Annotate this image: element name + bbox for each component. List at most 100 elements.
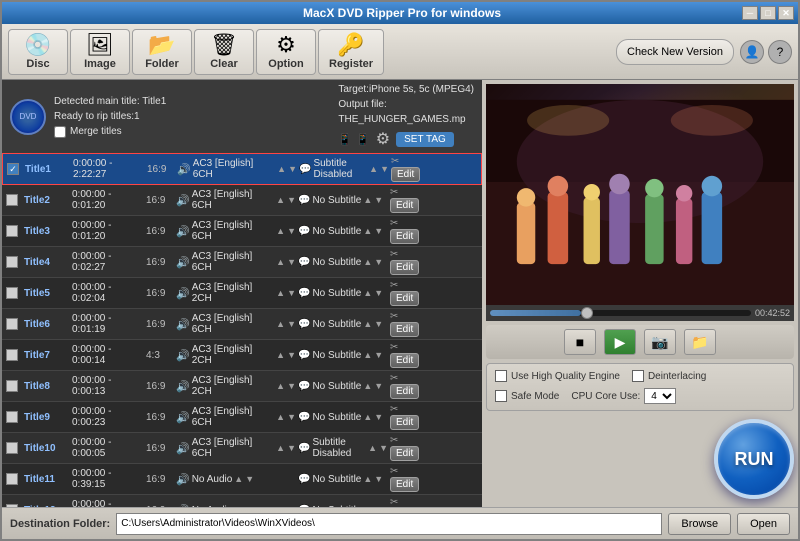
audio-up-2[interactable]: ▲: [276, 195, 285, 205]
audio-down-3[interactable]: ▼: [287, 226, 296, 236]
audio-down-5[interactable]: ▼: [287, 288, 296, 298]
set-tag-button[interactable]: SET TAG: [396, 132, 454, 147]
row-checkbox-10[interactable]: [6, 442, 22, 454]
audio-up-7[interactable]: ▲: [276, 350, 285, 360]
table-row[interactable]: Title8 0:00:00 - 0:00:13 16:9 🔊 AC3 [Eng…: [2, 371, 482, 402]
check-version-button[interactable]: Check New Version: [616, 39, 734, 65]
table-row[interactable]: Title5 0:00:00 - 0:02:04 16:9 🔊 AC3 [Eng…: [2, 278, 482, 309]
edit-button-4[interactable]: Edit: [390, 260, 419, 275]
checkbox-1[interactable]: [7, 163, 19, 175]
table-row[interactable]: Title4 0:00:00 - 0:02:27 16:9 🔊 AC3 [Eng…: [2, 247, 482, 278]
progress-track[interactable]: [490, 310, 751, 316]
audio-down-7[interactable]: ▼: [287, 350, 296, 360]
sub-up-9[interactable]: ▲: [363, 412, 372, 422]
sub-up-8[interactable]: ▲: [363, 381, 372, 391]
open-button[interactable]: Open: [737, 513, 790, 535]
edit-button-6[interactable]: Edit: [390, 322, 419, 337]
audio-up-6[interactable]: ▲: [276, 319, 285, 329]
row-checkbox-6[interactable]: [6, 318, 22, 330]
audio-down-2[interactable]: ▼: [287, 195, 296, 205]
register-button[interactable]: 🔑 Register: [318, 29, 384, 75]
audio-up-4[interactable]: ▲: [276, 257, 285, 267]
sub-up-3[interactable]: ▲: [363, 226, 372, 236]
audio-down-10[interactable]: ▼: [287, 443, 296, 453]
edit-button-1[interactable]: Edit: [391, 167, 420, 182]
table-row[interactable]: Title9 0:00:00 - 0:00:23 16:9 🔊 AC3 [Eng…: [2, 402, 482, 433]
row-checkbox-9[interactable]: [6, 411, 22, 423]
edit-button-9[interactable]: Edit: [390, 415, 419, 430]
user-icon[interactable]: 👤: [740, 40, 764, 64]
audio-up-3[interactable]: ▲: [276, 226, 285, 236]
checkbox-7[interactable]: [6, 349, 18, 361]
minimize-button[interactable]: ─: [742, 6, 758, 20]
sub-down-4[interactable]: ▼: [374, 257, 383, 267]
row-checkbox-4[interactable]: [6, 256, 22, 268]
destination-input[interactable]: [116, 513, 662, 535]
row-checkbox-8[interactable]: [6, 380, 22, 392]
cpu-core-select[interactable]: 1234 5678: [644, 388, 676, 404]
table-row[interactable]: Title3 0:00:00 - 0:01:20 16:9 🔊 AC3 [Eng…: [2, 216, 482, 247]
sub-up-4[interactable]: ▲: [363, 257, 372, 267]
edit-button-2[interactable]: Edit: [390, 198, 419, 213]
sub-down-5[interactable]: ▼: [374, 288, 383, 298]
sub-down-2[interactable]: ▼: [374, 195, 383, 205]
help-icon[interactable]: ?: [768, 40, 792, 64]
maximize-button[interactable]: □: [760, 6, 776, 20]
safe-mode-checkbox[interactable]: [495, 390, 507, 402]
sub-down-7[interactable]: ▼: [374, 350, 383, 360]
snapshot-button[interactable]: 📷: [644, 329, 676, 355]
disc-button[interactable]: 💿 Disc: [8, 29, 68, 75]
checkbox-11[interactable]: [6, 473, 18, 485]
merge-checkbox[interactable]: [54, 126, 66, 138]
sub-down-1[interactable]: ▼: [380, 164, 389, 174]
checkbox-8[interactable]: [6, 380, 18, 392]
sub-down-10[interactable]: ▼: [379, 443, 388, 453]
row-checkbox-3[interactable]: [6, 225, 22, 237]
table-row[interactable]: Title10 0:00:00 - 0:00:05 16:9 🔊 AC3 [En…: [2, 433, 482, 464]
sub-up-7[interactable]: ▲: [363, 350, 372, 360]
sub-up-10[interactable]: ▲: [368, 443, 377, 453]
sub-up-1[interactable]: ▲: [369, 164, 378, 174]
table-row[interactable]: Title2 0:00:00 - 0:01:20 16:9 🔊 AC3 [Eng…: [2, 185, 482, 216]
open-folder-button[interactable]: 📁: [684, 329, 716, 355]
clear-button[interactable]: 🗑 Clear: [194, 29, 254, 75]
sub-up-5[interactable]: ▲: [363, 288, 372, 298]
sub-up-11[interactable]: ▲: [363, 474, 372, 484]
checkbox-9[interactable]: [6, 411, 18, 423]
audio-up-8[interactable]: ▲: [276, 381, 285, 391]
edit-button-5[interactable]: Edit: [390, 291, 419, 306]
row-checkbox-1[interactable]: [7, 163, 23, 175]
row-checkbox-11[interactable]: [6, 473, 22, 485]
audio-down-1[interactable]: ▼: [288, 164, 297, 174]
settings-icon[interactable]: ⚙: [376, 129, 390, 149]
image-button[interactable]: 🖼 Image: [70, 29, 130, 75]
deinterlacing-checkbox[interactable]: [632, 370, 644, 382]
option-button[interactable]: ⚙ Option: [256, 29, 316, 75]
audio-down-11[interactable]: ▼: [245, 474, 254, 484]
table-row[interactable]: Title12 0:00:00 - 0:00:05 16:9 🔊 No Audi…: [2, 495, 482, 507]
audio-up-5[interactable]: ▲: [276, 288, 285, 298]
checkbox-6[interactable]: [6, 318, 18, 330]
sub-down-9[interactable]: ▼: [374, 412, 383, 422]
audio-up-1[interactable]: ▲: [277, 164, 286, 174]
close-button[interactable]: ✕: [778, 6, 794, 20]
browse-button[interactable]: Browse: [668, 513, 731, 535]
table-row[interactable]: Title6 0:00:00 - 0:01:19 16:9 🔊 AC3 [Eng…: [2, 309, 482, 340]
row-checkbox-5[interactable]: [6, 287, 22, 299]
titles-table[interactable]: Title1 0:00:00 - 2:22:27 16:9 🔊 AC3 [Eng…: [2, 153, 482, 507]
sub-down-8[interactable]: ▼: [374, 381, 383, 391]
checkbox-3[interactable]: [6, 225, 18, 237]
video-progress-bar[interactable]: 00:42:52: [486, 305, 794, 321]
audio-down-6[interactable]: ▼: [287, 319, 296, 329]
table-row[interactable]: Title11 0:00:00 - 0:39:15 16:9 🔊 No Audi…: [2, 464, 482, 495]
table-row[interactable]: Title7 0:00:00 - 0:00:14 4:3 🔊 AC3 [Engl…: [2, 340, 482, 371]
audio-up-9[interactable]: ▲: [276, 412, 285, 422]
high-quality-checkbox[interactable]: [495, 370, 507, 382]
stop-button[interactable]: ■: [564, 329, 596, 355]
play-button[interactable]: ▶: [604, 329, 636, 355]
edit-button-8[interactable]: Edit: [390, 384, 419, 399]
table-row[interactable]: Title1 0:00:00 - 2:22:27 16:9 🔊 AC3 [Eng…: [2, 153, 482, 185]
run-button[interactable]: RUN: [714, 419, 794, 499]
audio-up-10[interactable]: ▲: [276, 443, 285, 453]
sub-down-3[interactable]: ▼: [374, 226, 383, 236]
